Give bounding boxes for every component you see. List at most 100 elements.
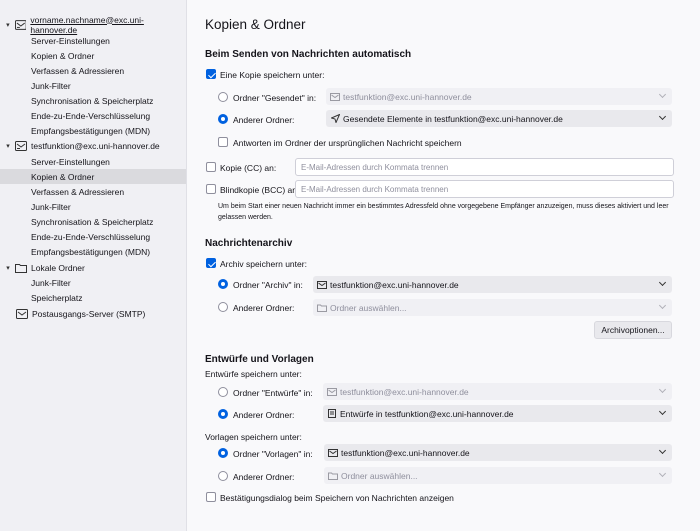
other-folder-label: Anderer Ordner: xyxy=(233,115,295,125)
chevron-down-icon xyxy=(658,407,667,416)
cc-input[interactable]: E-Mail-Adressen durch Kommata trennen xyxy=(295,158,674,176)
page-title: Kopien & Ordner xyxy=(205,17,306,32)
bcc-label: Blindkopie (BCC) an: xyxy=(220,185,300,195)
mail-account-icon xyxy=(330,92,340,101)
confirm-dialog-label: Bestätigungsdialog beim Speichern von Na… xyxy=(220,493,454,503)
reply-in-folder-checkbox[interactable] xyxy=(218,137,228,147)
folder-icon xyxy=(15,263,27,273)
drafts-label: Entwürfe speichern unter: xyxy=(205,369,302,379)
other-folder-value: Gesendete Elemente in testfunktion@exc.u… xyxy=(343,113,563,124)
bcc-input[interactable]: E-Mail-Adressen durch Kommata trennen xyxy=(295,180,674,198)
archive-folder-label: Ordner "Archiv" in: xyxy=(233,280,303,290)
archive-other-placeholder: Ordner auswählen... xyxy=(330,302,407,313)
folder-icon xyxy=(328,471,338,480)
sidebar-item-sync[interactable]: Synchronisation & Speicherplatz xyxy=(0,214,186,229)
drafts-folder-label: Ordner "Entwürfe" in: xyxy=(233,388,313,398)
templates-folder-radio[interactable] xyxy=(218,448,228,458)
reply-in-folder-label: Antworten im Ordner der ursprünglichen N… xyxy=(233,138,462,148)
account-tree: ▾ vorname.nachname@exc.uni-hannover.de S… xyxy=(0,0,187,531)
archive-other-radio[interactable] xyxy=(218,302,228,312)
mail-account-icon xyxy=(14,19,27,30)
folder-icon xyxy=(317,303,327,312)
chevron-down-icon xyxy=(658,385,667,394)
confirm-dialog-checkbox[interactable] xyxy=(206,492,216,502)
templates-folder-dropdown[interactable]: testfunktion@exc.uni-hannover.de xyxy=(324,444,672,461)
account-label: Lokale Ordner xyxy=(31,262,85,273)
other-folder-dropdown[interactable]: Gesendete Elemente in testfunktion@exc.u… xyxy=(326,110,672,127)
mail-account-icon xyxy=(15,140,27,151)
drafts-other-value: Entwürfe in testfunktion@exc.uni-hannove… xyxy=(340,408,514,419)
sidebar-item-e2e[interactable]: Ende-zu-Ende-Verschlüsselung xyxy=(0,229,186,244)
other-folder-radio[interactable] xyxy=(218,114,228,124)
chevron-down-icon xyxy=(658,301,667,310)
sidebar-item-copies-folders[interactable]: Kopien & Ordner xyxy=(0,48,186,63)
templates-other-label: Anderer Ordner: xyxy=(233,472,295,482)
save-copy-label: Eine Kopie speichern unter: xyxy=(220,70,325,80)
templates-other-dropdown[interactable]: Ordner auswählen... xyxy=(324,467,672,484)
sidebar-item-server-settings[interactable]: Server-Einstellungen xyxy=(0,154,186,169)
archive-label: Archiv speichern unter: xyxy=(220,259,307,269)
drafts-other-radio[interactable] xyxy=(218,409,228,419)
send-arrow-icon xyxy=(330,114,340,123)
account-testfunktion[interactable]: ▾ testfunktion@exc.uni-hannover.de xyxy=(0,138,160,153)
address-field-note: Um beim Start einer neuen Nachricht imme… xyxy=(218,203,669,221)
section-heading-send: Beim Senden von Nachrichten automatisch xyxy=(205,49,412,60)
collapse-chevron-icon[interactable]: ▾ xyxy=(3,21,13,29)
cc-label: Kopie (CC) an: xyxy=(220,163,277,173)
archive-other-dropdown[interactable]: Ordner auswählen... xyxy=(313,299,672,316)
account-label: testfunktion@exc.uni-hannover.de xyxy=(31,140,160,151)
sidebar-item-smtp[interactable]: Postausgangs-Server (SMTP) xyxy=(14,306,145,321)
drafts-other-dropdown[interactable]: Entwürfe in testfunktion@exc.uni-hannove… xyxy=(323,405,672,422)
archive-options-button[interactable]: Archivoptionen... xyxy=(594,321,672,339)
drafts-folder-radio[interactable] xyxy=(218,387,228,397)
sidebar-item-junk[interactable]: Junk-Filter xyxy=(0,78,186,93)
bcc-checkbox[interactable] xyxy=(206,184,216,194)
archive-folder-dropdown[interactable]: testfunktion@exc.uni-hannover.de xyxy=(313,276,672,293)
sidebar-item-composition[interactable]: Verfassen & Adressieren xyxy=(0,184,186,199)
mail-account-icon xyxy=(317,280,327,289)
sent-folder-label: Ordner "Gesendet" in: xyxy=(233,93,317,103)
sidebar-item-mdn[interactable]: Empfangsbestätigungen (MDN) xyxy=(0,123,186,138)
chevron-down-icon xyxy=(658,469,667,478)
mail-account-icon xyxy=(328,448,338,457)
collapse-chevron-icon[interactable]: ▾ xyxy=(3,142,13,150)
cc-checkbox[interactable] xyxy=(206,162,216,172)
sidebar-item-composition[interactable]: Verfassen & Adressieren xyxy=(0,63,186,78)
templates-other-placeholder: Ordner auswählen... xyxy=(341,470,418,481)
chevron-down-icon xyxy=(658,446,667,455)
sidebar-item-sync[interactable]: Synchronisation & Speicherplatz xyxy=(0,93,186,108)
chevron-down-icon xyxy=(658,112,667,121)
save-copy-checkbox[interactable] xyxy=(206,69,216,79)
sidebar-item-copies-folders-selected[interactable]: Kopien & Ordner xyxy=(0,169,186,184)
archive-checkbox[interactable] xyxy=(206,258,216,268)
drafts-other-label: Anderer Ordner: xyxy=(233,410,295,420)
chevron-down-icon xyxy=(658,278,667,287)
drafts-folder-value: testfunktion@exc.uni-hannover.de xyxy=(340,386,469,397)
drafts-folder-dropdown[interactable]: testfunktion@exc.uni-hannover.de xyxy=(323,383,672,400)
templates-other-radio[interactable] xyxy=(218,471,228,481)
mail-account-icon xyxy=(327,387,337,396)
section-heading-archive: Nachrichtenarchiv xyxy=(205,238,293,249)
templates-folder-value: testfunktion@exc.uni-hannover.de xyxy=(341,447,470,458)
sidebar-item-e2e[interactable]: Ende-zu-Ende-Verschlüsselung xyxy=(0,108,186,123)
account-vorname[interactable]: ▾ vorname.nachname@exc.uni-hannover.de xyxy=(0,14,186,35)
archive-other-label: Anderer Ordner: xyxy=(233,303,295,313)
sidebar-item-storage[interactable]: Speicherplatz xyxy=(0,290,186,305)
sidebar-item-junk[interactable]: Junk-Filter xyxy=(0,199,186,214)
settings-pane: Kopien & Ordner Beim Senden von Nachrich… xyxy=(188,0,700,531)
sidebar-item-junk[interactable]: Junk-Filter xyxy=(0,275,186,290)
account-local-folders[interactable]: ▾ Lokale Ordner xyxy=(0,260,85,275)
templates-folder-label: Ordner "Vorlagen" in: xyxy=(233,449,313,459)
collapse-chevron-icon[interactable]: ▾ xyxy=(3,264,13,272)
sidebar-item-mdn[interactable]: Empfangsbestätigungen (MDN) xyxy=(0,244,186,259)
sidebar-item-server-settings[interactable]: Server-Einstellungen xyxy=(0,33,186,48)
smtp-label: Postausgangs-Server (SMTP) xyxy=(32,308,146,319)
sent-folder-dropdown[interactable]: testfunktion@exc.uni-hannover.de xyxy=(326,88,672,105)
sent-folder-radio[interactable] xyxy=(218,92,228,102)
sent-folder-value: testfunktion@exc.uni-hannover.de xyxy=(343,91,472,102)
document-icon xyxy=(327,409,337,418)
account-label: vorname.nachname@exc.uni-hannover.de xyxy=(30,14,144,35)
templates-label: Vorlagen speichern unter: xyxy=(205,432,302,442)
chevron-down-icon xyxy=(658,90,667,99)
archive-folder-radio[interactable] xyxy=(218,279,228,289)
